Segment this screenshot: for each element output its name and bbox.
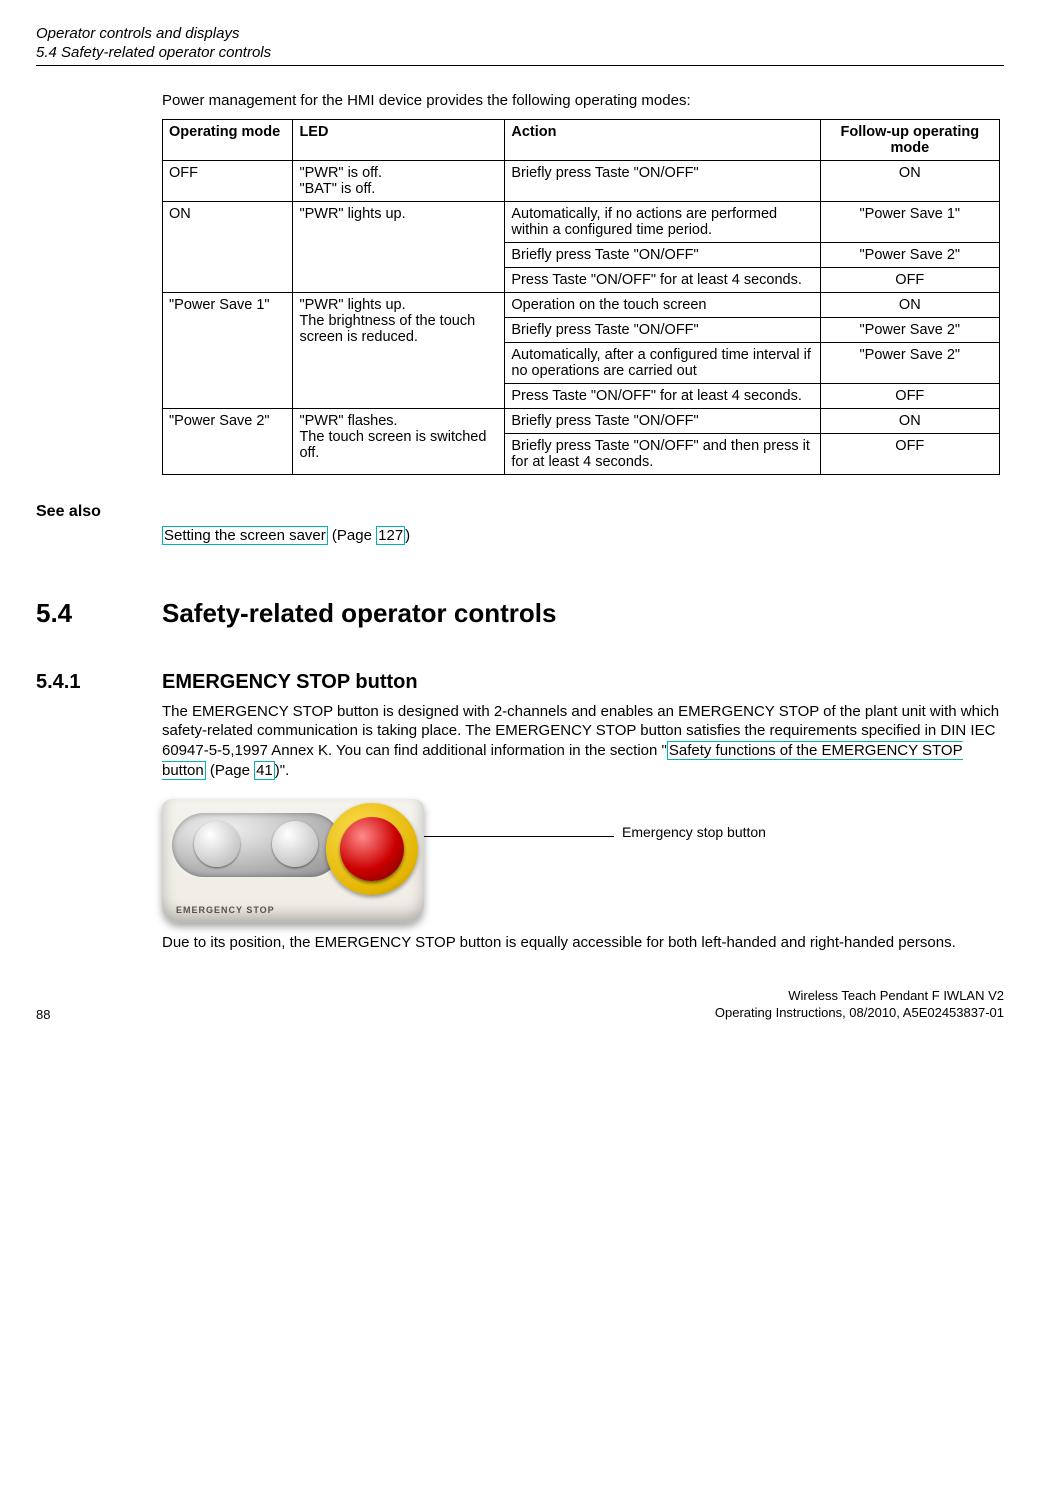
cell-action: Press Taste "ON/OFF" for at least 4 seco… [505,267,820,292]
operating-modes-table: Operating mode LED Action Follow-up oper… [162,119,1000,475]
estop-callout-label: Emergency stop button [622,824,766,840]
section-5-4-heading: 5.4Safety-related operator controls [36,598,1004,629]
cell-action: Briefly press Taste "ON/OFF" [505,408,820,433]
para1-text-b: (Page [206,762,254,779]
cell-next: ON [820,292,999,317]
see-also-mid: (Page [328,527,376,544]
emergency-stop-paragraph-2: Due to its position, the EMERGENCY STOP … [162,933,1000,953]
estop-strip-label: EMERGENCY STOP [176,905,275,915]
cell-mode: ON [163,201,293,292]
page-header-subtitle: 5.4 Safety-related operator controls [36,44,1004,61]
safety-functions-page-link[interactable]: 41 [254,761,275,780]
cell-mode: "Power Save 1" [163,292,293,408]
intro-text: Power management for the HMI device prov… [162,92,1000,109]
emergency-stop-figure: EMERGENCY STOP Emergency stop button [162,799,1000,923]
cell-action: Briefly press Taste "ON/OFF" [505,317,820,342]
cell-next: ON [820,408,999,433]
cell-next: ON [820,160,999,201]
callout-leader-line [404,836,614,837]
screen-saver-link[interactable]: Setting the screen saver [162,526,328,545]
cell-action: Briefly press Taste "ON/OFF" [505,160,820,201]
cell-mode: OFF [163,160,293,201]
cell-led: "PWR" is off. "BAT" is off. [293,160,505,201]
cell-next: "Power Save 1" [820,201,999,242]
cell-action: Press Taste "ON/OFF" for at least 4 seco… [505,383,820,408]
cell-action: Briefly press Taste "ON/OFF" and then pr… [505,433,820,474]
cell-next: OFF [820,267,999,292]
th-action: Action [505,119,820,160]
para1-text-c: )". [275,762,290,779]
cell-mode: "Power Save 2" [163,408,293,474]
section-5-4-1-heading: 5.4.1EMERGENCY STOP button [36,671,1004,694]
emergency-stop-paragraph-1: The EMERGENCY STOP button is designed wi… [162,702,1000,781]
screen-saver-page-link[interactable]: 127 [376,526,405,545]
section-5-4-1-number: 5.4.1 [36,671,162,694]
th-next: Follow-up operating mode [820,119,999,160]
cell-next: "Power Save 2" [820,242,999,267]
section-5-4-number: 5.4 [36,598,162,629]
page-header-title: Operator controls and displays [36,24,1004,44]
table-row: ON "PWR" lights up. Automatically, if no… [163,201,1000,242]
round-button-b [272,821,318,867]
cell-action: Automatically, after a configured time i… [505,342,820,383]
see-also-end: ) [405,527,410,544]
table-row: OFF "PWR" is off. "BAT" is off. Briefly … [163,160,1000,201]
cell-next: OFF [820,383,999,408]
table-row: "Power Save 2" "PWR" flashes. The touch … [163,408,1000,433]
footer-doc-id: Operating Instructions, 08/2010, A5E0245… [715,1005,1004,1022]
th-mode: Operating mode [163,119,293,160]
table-row: "Power Save 1" "PWR" lights up. The brig… [163,292,1000,317]
cell-action: Operation on the touch screen [505,292,820,317]
estop-button-icon [340,817,404,881]
section-5-4-title: Safety-related operator controls [162,598,556,628]
see-also-heading: See also [36,503,1004,521]
footer-doc-title: Wireless Teach Pendant F IWLAN V2 [715,988,1004,1005]
cell-led: "PWR" flashes. The touch screen is switc… [293,408,505,474]
see-also-body: Setting the screen saver (Page 127) [162,527,1004,544]
section-5-4-1-title: EMERGENCY STOP button [162,671,418,693]
page-footer: 88 Wireless Teach Pendant F IWLAN V2 Ope… [36,988,1004,1022]
cell-action: Automatically, if no actions are perform… [505,201,820,242]
cell-led: "PWR" lights up. [293,201,505,292]
cell-next: "Power Save 2" [820,342,999,383]
page-number: 88 [36,1007,50,1022]
cell-led: "PWR" lights up. The brightness of the t… [293,292,505,408]
header-rule [36,65,1004,66]
cell-next: OFF [820,433,999,474]
round-button-a [194,821,240,867]
th-led: LED [293,119,505,160]
cell-action: Briefly press Taste "ON/OFF" [505,242,820,267]
cell-next: "Power Save 2" [820,317,999,342]
emergency-stop-device-image: EMERGENCY STOP [162,799,424,923]
table-header-row: Operating mode LED Action Follow-up oper… [163,119,1000,160]
